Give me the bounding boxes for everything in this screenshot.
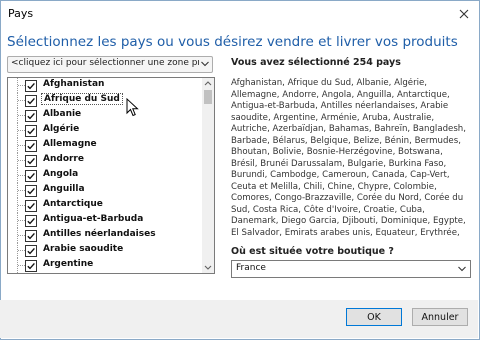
close-button[interactable] [449, 1, 479, 27]
country-label: Angola [43, 169, 79, 179]
chevron-down-icon [201, 61, 209, 67]
country-label: Albanie [43, 109, 82, 119]
country-label: Antilles néerlandaises [43, 229, 156, 239]
country-label: Argentine [43, 259, 94, 269]
check-icon [27, 262, 35, 270]
check-icon [27, 172, 35, 180]
zone-preset-select[interactable]: <cliquez ici pour sélectionner une zone … [7, 56, 213, 73]
country-checkbox[interactable] [25, 185, 37, 197]
shop-location-select[interactable]: France [231, 260, 471, 278]
country-checkbox[interactable] [25, 140, 37, 152]
page-title: Sélectionnez les pays ou vous désirez ve… [7, 34, 458, 50]
shop-location-value: France [236, 263, 266, 273]
selected-countries-text: Afghanistan, Afrique du Sud, Albanie, Al… [231, 78, 466, 236]
list-item[interactable]: Allemagne [8, 138, 200, 153]
check-icon [27, 112, 35, 120]
list-item[interactable]: Argentine [8, 258, 200, 273]
mouse-pointer-icon [126, 98, 139, 117]
tree-connector [17, 273, 26, 274]
check-icon [27, 142, 35, 150]
list-item[interactable]: Antigua-et-Barbuda [8, 213, 200, 228]
country-label: Allemagne [43, 139, 97, 149]
list-item[interactable]: Afghanistan [8, 78, 200, 93]
country-list-scrollbar[interactable] [202, 78, 214, 273]
country-list[interactable]: ArubaArménieArgentineArabie saouditeAnti… [7, 77, 215, 274]
country-label: Algérie [43, 124, 80, 134]
list-item[interactable]: Anguilla [8, 183, 200, 198]
dialog-footer [0, 300, 478, 338]
country-checkbox[interactable] [25, 110, 37, 122]
list-item[interactable]: Albanie [8, 108, 200, 123]
check-icon [27, 232, 35, 240]
check-icon [27, 97, 35, 105]
list-item[interactable]: Arabie saoudite [8, 243, 200, 258]
cancel-button[interactable]: Annuler [412, 308, 468, 326]
chevron-down-icon [458, 266, 466, 272]
country-label: Afrique du Sud [41, 93, 123, 105]
country-label: Antarctique [43, 199, 103, 209]
country-label: Anguilla [43, 184, 85, 194]
country-checkbox[interactable] [25, 95, 37, 107]
scroll-up-icon[interactable] [204, 80, 212, 86]
scroll-thumb[interactable] [204, 90, 212, 104]
country-label: Antigua-et-Barbuda [43, 214, 144, 224]
shop-location-label: Où est située votre boutique ? [231, 246, 394, 257]
country-checkbox[interactable] [25, 200, 37, 212]
list-item[interactable]: Arménie [8, 273, 200, 274]
country-checkbox[interactable] [25, 260, 37, 272]
check-icon [27, 247, 35, 255]
check-icon [27, 82, 35, 90]
check-icon [27, 187, 35, 195]
list-item[interactable]: Antarctique [8, 198, 200, 213]
zone-preset-value: <cliquez ici pour sélectionner une zone … [11, 58, 199, 68]
check-icon [27, 157, 35, 165]
ok-button[interactable]: OK [346, 308, 402, 326]
window-title: Pays [8, 7, 34, 20]
list-item[interactable]: Andorre [8, 153, 200, 168]
check-icon [27, 217, 35, 225]
country-checkbox[interactable] [25, 215, 37, 227]
country-label: Andorre [43, 154, 84, 164]
title-bar: Pays [1, 1, 479, 27]
country-label: Afghanistan [43, 79, 105, 89]
country-checkbox[interactable] [25, 170, 37, 182]
check-icon [27, 202, 35, 210]
list-item[interactable]: Antilles néerlandaises [8, 228, 200, 243]
close-icon [459, 9, 469, 19]
list-item[interactable]: Afrique du Sud [8, 93, 200, 108]
list-item[interactable]: Algérie [8, 123, 200, 138]
check-icon [27, 127, 35, 135]
country-checkbox[interactable] [25, 80, 37, 92]
selection-count: Vous avez sélectionné 254 pays [231, 57, 401, 68]
country-label: Arabie saoudite [43, 244, 124, 254]
list-item[interactable]: Angola [8, 168, 200, 183]
country-checkbox[interactable] [25, 125, 37, 137]
country-checkbox[interactable] [25, 245, 37, 257]
scroll-down-icon[interactable] [204, 265, 212, 271]
country-checkbox[interactable] [25, 155, 37, 167]
country-checkbox[interactable] [25, 230, 37, 242]
